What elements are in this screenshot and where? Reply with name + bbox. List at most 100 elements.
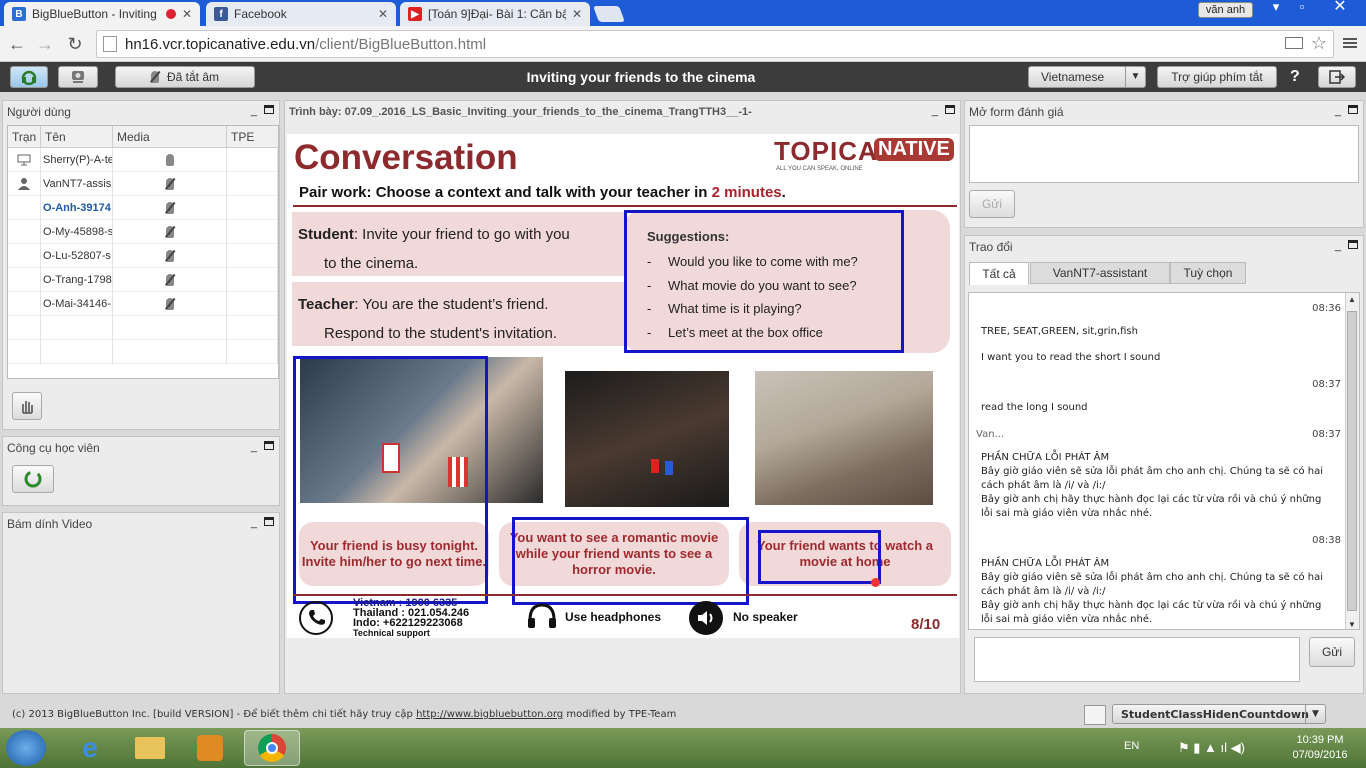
forward-icon[interactable]: → (34, 33, 56, 55)
bookmark-star-icon[interactable]: ☆ (1311, 33, 1327, 54)
user-row[interactable]: O-Lu-52807-s (8, 243, 278, 268)
user-name: O-Mai-34146- (41, 291, 113, 316)
user-row[interactable]: Sherry(P)-A-te (8, 147, 278, 172)
chat-message: I want you to read the short I sound (981, 352, 1161, 363)
tab-close-icon[interactable]: ✕ (182, 7, 192, 21)
minimize-icon[interactable]: ▫ (1292, 0, 1312, 14)
layout-list-icon[interactable] (1084, 705, 1106, 725)
chat-input[interactable] (974, 637, 1300, 682)
feedback-panel: Mở form đánh giá _ Gửi (964, 100, 1364, 228)
maximize-panel-icon[interactable] (264, 441, 274, 450)
headset-button[interactable] (10, 66, 48, 88)
user-row[interactable]: O-My-45898-s (8, 219, 278, 244)
mute-button[interactable]: Đã tắt âm (115, 66, 255, 88)
profile-button[interactable]: văn anh (1198, 2, 1253, 18)
browser-tab-bigbluebutton[interactable]: B BigBlueButton - Inviting ✕ (4, 2, 200, 26)
tab-close-icon[interactable]: ✕ (572, 7, 582, 21)
url-input[interactable]: hn16.vcr.topicanative.edu.vn /client/Big… (96, 30, 1334, 58)
logout-button[interactable] (1318, 66, 1356, 88)
maximize-panel-icon[interactable] (264, 517, 274, 526)
user-row[interactable]: O-Mai-34146- (8, 291, 278, 316)
maximize-panel-icon[interactable] (1348, 105, 1358, 114)
language-select[interactable]: Vietnamese ▼ (1028, 66, 1146, 88)
mic-muted-icon (165, 225, 174, 238)
friends-table-photo (565, 371, 729, 507)
feedback-send-button[interactable]: Gửi (969, 190, 1015, 218)
help-icon[interactable]: ? (1290, 68, 1300, 86)
logout-icon (1329, 70, 1345, 84)
logo-tagline: ALL YOU CAN SPEAK, ONLINE (776, 166, 863, 172)
scroll-up-icon[interactable]: ▲ (1348, 295, 1356, 304)
browser-tab-facebook[interactable]: f Facebook ✕ (206, 2, 396, 26)
chat-tab-private[interactable]: VanNT7-assistant (1030, 262, 1170, 284)
chat-send-button[interactable]: Gửi (1309, 637, 1355, 667)
raise-hand-icon (22, 401, 33, 414)
feedback-textarea[interactable] (969, 125, 1359, 183)
scroll-thumb[interactable] (1347, 311, 1357, 611)
teacher-role-box: Teacher: You are the student’s friend. R… (292, 282, 627, 346)
video-dock-panel: Bám dính Video _ (2, 512, 280, 694)
layout-select[interactable]: StudentClassHidenCountdown ▼ (1112, 704, 1326, 724)
youtube-favicon-icon: ▶ (408, 7, 422, 21)
slide-heading: Conversation (294, 138, 518, 177)
maximize-panel-icon[interactable] (264, 105, 274, 114)
internet-explorer-icon[interactable]: e (62, 730, 118, 766)
column-name[interactable]: Tên (41, 126, 113, 147)
minimize-panel-icon[interactable]: _ (932, 105, 938, 117)
start-button[interactable] (6, 730, 46, 766)
minimize-panel-icon[interactable]: _ (251, 105, 257, 117)
language-value: Vietnamese (1041, 70, 1105, 84)
webcam-button[interactable] (58, 66, 98, 88)
column-media[interactable]: Media (113, 126, 227, 147)
tray-icons[interactable]: ⚑ ▮ ▲ ıl ◀) (1178, 740, 1245, 756)
chat-tab-options[interactable]: Tuỳ chọn (1170, 262, 1246, 284)
reload-icon[interactable]: ↻ (64, 33, 86, 55)
meeting-title: Inviting your friends to the cinema (526, 69, 756, 85)
media-player-icon[interactable] (182, 730, 238, 766)
column-status[interactable]: Trạn (8, 126, 41, 147)
chat-scrollbar[interactable]: ▲ ▼ (1345, 293, 1359, 629)
divider (293, 205, 957, 207)
window-menu-icon[interactable]: ▾ (1266, 0, 1286, 14)
user-name: O-My-45898-s (41, 219, 113, 244)
user-row[interactable]: O-Trang-1798 (8, 267, 278, 292)
user-row[interactable]: VanNT7-assis (8, 171, 278, 196)
user-name: VanNT7-assis (41, 171, 113, 196)
browser-tab-youtube[interactable]: ▶ [Toán 9]Đại- Bài 1: Căn bậ ✕ (400, 2, 590, 26)
minimize-panel-icon[interactable]: _ (1335, 105, 1341, 117)
chrome-icon[interactable] (244, 730, 300, 766)
chat-tab-all[interactable]: Tất cả (969, 262, 1029, 285)
slide: Conversation TOPICA NATIVE ALL YOU CAN S… (287, 134, 959, 638)
maximize-panel-icon[interactable] (1348, 240, 1358, 249)
page-icon (103, 36, 117, 52)
footer-text: (c) 2013 BigBlueButton Inc. [build VERSI… (12, 709, 417, 720)
user-row[interactable]: O-Anh-39174 (8, 195, 278, 220)
file-explorer-icon[interactable] (122, 730, 178, 766)
language-indicator[interactable]: EN (1124, 740, 1139, 752)
raise-hand-button[interactable] (12, 392, 42, 420)
tab-close-icon[interactable]: ✕ (378, 7, 388, 21)
message-sender: Van... (976, 429, 1005, 440)
home-couple-photo (755, 371, 933, 505)
cast-icon[interactable] (1285, 37, 1303, 49)
message-time: 08:36 (1312, 303, 1341, 314)
chrome-menu-icon[interactable] (1343, 36, 1357, 52)
back-icon[interactable]: ← (6, 33, 28, 55)
shortcut-help-button[interactable]: Trợ giúp phím tắt (1157, 66, 1277, 88)
bigbluebutton-link[interactable]: http://www.bigbluebutton.org (416, 709, 563, 720)
new-tab-button[interactable] (593, 6, 625, 22)
minimize-panel-icon[interactable]: _ (1335, 240, 1341, 252)
maximize-panel-icon[interactable] (945, 105, 955, 114)
panel-title-text: Công cụ học viên (7, 441, 100, 455)
minimize-panel-icon[interactable]: _ (251, 441, 257, 453)
column-tpe[interactable]: TPE (227, 126, 278, 147)
student-tool-button[interactable] (12, 465, 54, 493)
close-window-icon[interactable]: ✕ (1330, 0, 1350, 15)
scroll-down-icon[interactable]: ▼ (1348, 620, 1356, 629)
webcam-icon (72, 71, 84, 83)
clock[interactable]: 10:39 PM 07/09/2016 (1280, 733, 1360, 763)
student-tools-title: Công cụ học viên _ (3, 437, 279, 459)
topica-logo: TOPICA NATIVE ALL YOU CAN SPEAK, ONLINE (774, 136, 954, 172)
user-name: O-Trang-1798 (41, 267, 113, 292)
minimize-panel-icon[interactable]: _ (251, 517, 257, 529)
